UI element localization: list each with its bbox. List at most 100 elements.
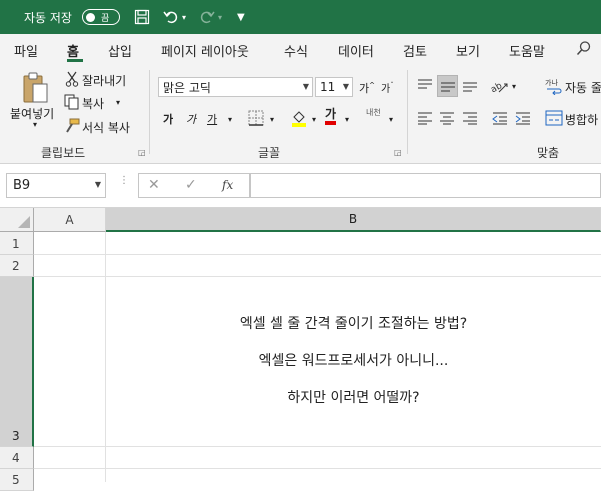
align-center-icon[interactable]	[437, 108, 457, 128]
wrap-text-icon[interactable]: 가나	[545, 76, 563, 96]
cut-button[interactable]: 잘라내기	[82, 72, 126, 89]
align-middle-icon[interactable]	[437, 75, 458, 97]
spreadsheet-grid: A B 1 2 3 4 5 엑셀 셀 줄 간격 줄이기 조절하는 방법? 엑셀은…	[0, 208, 601, 491]
cell-b3-line-3: 하지만 이러면 어떨까?	[287, 390, 420, 406]
row-number: 3	[12, 429, 20, 443]
ribbon-home: 붙여넣기 ▾ 잘라내기 복사 ▾ 서식 복사 클립보드 ◲ 맑은 고딕 ▼ 11…	[0, 64, 601, 164]
row-header-5[interactable]: 5	[0, 469, 34, 491]
orientation-dropdown-icon[interactable]: ▾	[512, 82, 516, 91]
insert-function-button[interactable]: fx	[222, 178, 233, 192]
bold-button[interactable]: 가	[163, 111, 173, 127]
align-left-icon[interactable]	[415, 108, 435, 128]
align-right-icon[interactable]	[460, 108, 480, 128]
undo-dropdown-icon[interactable]: ▾	[182, 0, 186, 34]
cancel-icon[interactable]: ✕	[148, 177, 160, 193]
decrease-indent-icon[interactable]	[490, 108, 510, 128]
tab-data[interactable]: 데이터	[338, 41, 374, 60]
wrap-text-button[interactable]: 자동 줄	[565, 79, 601, 96]
row-header-3[interactable]: 3	[0, 277, 34, 447]
column-header-a[interactable]: A	[34, 208, 106, 232]
toggle-knob	[86, 12, 95, 22]
borders-icon[interactable]	[247, 109, 265, 127]
gridline	[34, 468, 601, 469]
tab-review[interactable]: 검토	[403, 41, 427, 60]
formula-bar-splitter-icon[interactable]: ⋮	[119, 176, 129, 186]
tab-formulas[interactable]: 수식	[284, 41, 308, 60]
tab-help[interactable]: 도움말	[509, 41, 545, 60]
increase-font-size-icon[interactable]: 가^	[359, 80, 375, 96]
autosave-toggle[interactable]: 끔	[82, 9, 120, 25]
row-header-2[interactable]: 2	[0, 255, 34, 277]
decrease-font-size-icon[interactable]: 가ˇ	[381, 80, 394, 95]
group-separator	[149, 70, 150, 154]
cell-b3-line-2: 엑셀은 워드프로세서가 아니니...	[258, 353, 449, 369]
formula-input[interactable]	[250, 173, 601, 198]
gridline	[34, 254, 601, 255]
svg-text:ab: ab	[491, 81, 504, 94]
tab-view[interactable]: 보기	[456, 41, 480, 60]
merge-center-button[interactable]: 병합하	[565, 111, 598, 128]
copy-dropdown-icon[interactable]: ▾	[116, 98, 120, 107]
undo-icon[interactable]	[163, 0, 179, 34]
name-box-value: B9	[13, 178, 31, 193]
name-box[interactable]: B9 ▼	[6, 173, 106, 198]
row-number: 5	[12, 473, 20, 487]
tab-file[interactable]: 파일	[14, 41, 38, 60]
merge-center-icon[interactable]	[545, 109, 563, 127]
underline-button[interactable]: 가	[207, 111, 217, 127]
redo-dropdown-icon[interactable]: ▾	[218, 0, 222, 34]
phonetic-button[interactable]: 내천	[366, 108, 382, 117]
font-group-label: 글꼴	[258, 146, 281, 160]
cut-icon[interactable]	[64, 71, 80, 87]
tab-insert[interactable]: 삽입	[108, 41, 132, 60]
chevron-down-icon[interactable]: ▼	[95, 180, 101, 189]
row-number: 2	[12, 259, 20, 273]
column-header-b[interactable]: B	[106, 208, 601, 232]
redo-icon[interactable]	[199, 0, 215, 34]
font-color-button[interactable]: 가	[325, 108, 337, 125]
autosave-state: 끔	[101, 13, 110, 24]
gridline	[34, 446, 601, 447]
group-separator	[407, 70, 408, 154]
orientation-icon[interactable]: ab	[490, 76, 510, 96]
align-bottom-icon[interactable]	[460, 75, 480, 95]
chevron-down-icon: ▼	[342, 82, 349, 91]
paste-dropdown-icon[interactable]: ▾	[33, 120, 37, 129]
format-painter-button[interactable]: 서식 복사	[82, 119, 130, 136]
align-top-icon[interactable]	[415, 75, 435, 95]
format-painter-icon[interactable]	[64, 118, 80, 134]
phonetic-dropdown-icon[interactable]: ▾	[389, 115, 393, 124]
font-dialog-launcher-icon[interactable]: ◲	[394, 148, 402, 157]
save-icon[interactable]	[134, 0, 150, 34]
copy-icon[interactable]	[64, 94, 80, 110]
font-size-dropdown[interactable]: 11 ▼	[315, 77, 353, 97]
font-name-dropdown[interactable]: 맑은 고딕 ▼	[158, 77, 313, 97]
row-header-1[interactable]: 1	[0, 232, 34, 255]
row-header-4[interactable]: 4	[0, 447, 34, 469]
row-number: 1	[12, 237, 20, 251]
copy-button[interactable]: 복사	[82, 95, 104, 112]
paste-icon[interactable]	[20, 70, 50, 108]
tab-home[interactable]: 홈	[67, 41, 79, 60]
increase-indent-icon[interactable]	[513, 108, 533, 128]
borders-dropdown-icon[interactable]: ▾	[270, 115, 274, 124]
enter-icon[interactable]: ✓	[185, 177, 197, 193]
italic-button[interactable]: 가	[186, 111, 196, 127]
font-size-value: 11	[320, 80, 336, 94]
chevron-down-icon: ▼	[302, 82, 309, 91]
customize-toolbar-icon[interactable]: ▼	[237, 0, 245, 34]
svg-text:가나: 가나	[545, 78, 558, 87]
tab-page-layout[interactable]: 페이지 레이아웃	[161, 41, 249, 60]
active-tab-indicator	[67, 59, 83, 62]
fill-color-dropdown-icon[interactable]: ▾	[312, 115, 316, 124]
underline-dropdown-icon[interactable]: ▾	[228, 115, 232, 124]
select-all-button[interactable]	[0, 208, 34, 232]
search-icon[interactable]	[576, 40, 592, 59]
row-number: 4	[12, 451, 20, 465]
fill-color-icon[interactable]	[290, 109, 308, 127]
clipboard-dialog-launcher-icon[interactable]: ◲	[138, 148, 146, 157]
formula-buttons: ✕ ✓ fx	[138, 173, 250, 198]
font-color-dropdown-icon[interactable]: ▾	[345, 115, 349, 124]
ribbon-tabs: 파일 홈 삽입 페이지 레이아웃 수식 데이터 검토 보기 도움말	[0, 34, 601, 64]
cell-b3[interactable]: 엑셀 셀 줄 간격 줄이기 조절하는 방법? 엑셀은 워드프로세서가 아니니..…	[106, 277, 601, 446]
